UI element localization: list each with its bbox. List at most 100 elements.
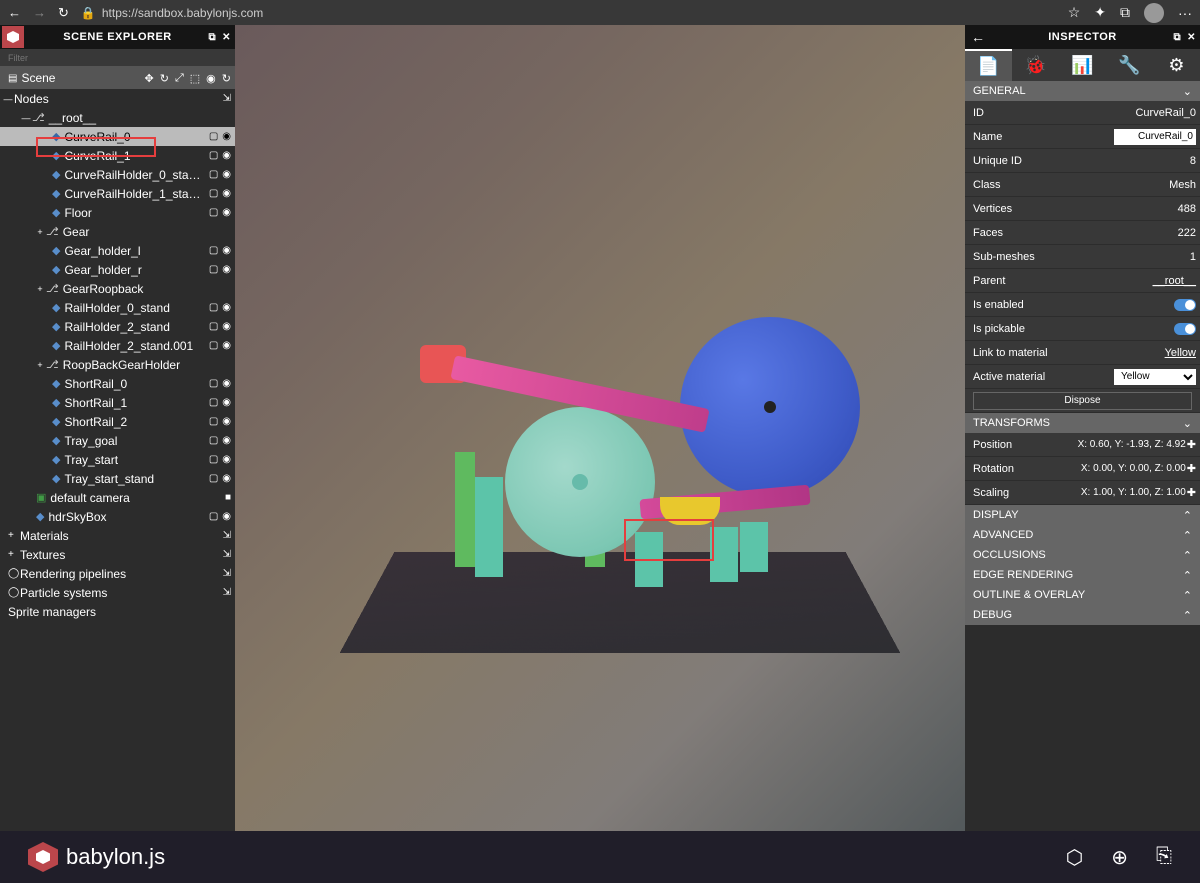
bbox-icon[interactable]: ▢ (209, 169, 218, 180)
tree-node[interactable]: ◆Tray_goal▢◉ (0, 431, 235, 450)
bbox-icon[interactable]: ▢ (209, 131, 218, 142)
back-icon[interactable]: ← (8, 5, 21, 20)
camera-active-icon[interactable]: ■ (225, 492, 231, 503)
expand-icon[interactable]: ⇲ (223, 587, 231, 598)
visibility-icon[interactable]: ◉ (222, 511, 231, 522)
category-item[interactable]: + Textures⇲ (0, 545, 235, 564)
profile-icon[interactable] (1144, 3, 1164, 23)
bbox-icon[interactable]: ▢ (209, 397, 218, 408)
star-icon[interactable]: ☆ (1068, 4, 1081, 21)
popout-icon[interactable]: ⧉ (208, 32, 216, 43)
visibility-icon[interactable]: ◉ (222, 264, 231, 275)
section-advanced[interactable]: ADVANCED ⌃ (965, 525, 1200, 545)
more-icon[interactable]: ··· (1178, 5, 1192, 21)
category-item[interactable]: ◯ Particle systems⇲ (0, 583, 235, 602)
parent-link[interactable]: __root__ (1153, 275, 1196, 287)
tree-node[interactable]: ◆Tray_start_stand▢◉ (0, 469, 235, 488)
visibility-icon[interactable]: ◉ (222, 435, 231, 446)
bbox-icon[interactable]: ▢ (209, 207, 218, 218)
visibility-icon[interactable]: ◉ (222, 378, 231, 389)
expand-icon[interactable]: ⇲ (223, 530, 231, 541)
section-debug[interactable]: DEBUG ⌃ (965, 605, 1200, 625)
section-edge-rendering[interactable]: EDGE RENDERING ⌃ (965, 565, 1200, 585)
cube-icon[interactable]: ⬡ (1066, 845, 1083, 870)
tab-settings[interactable]: ⚙ (1153, 49, 1200, 81)
bbox-icon[interactable]: ▢ (209, 416, 218, 427)
forward-icon[interactable]: → (33, 5, 46, 20)
tree-node[interactable]: ◆CurveRail_0▢◉ (0, 127, 235, 146)
tree-node[interactable]: ◆ShortRail_1▢◉ (0, 393, 235, 412)
rotate-tool-icon[interactable]: ↻ (160, 72, 169, 85)
section-display[interactable]: DISPLAY ⌃ (965, 505, 1200, 525)
section-occlusions[interactable]: OCCLUSIONS ⌃ (965, 545, 1200, 565)
page-icon[interactable]: ⎘ (1156, 845, 1172, 870)
move-tool-icon[interactable]: ✥ (145, 72, 154, 85)
tree-node[interactable]: +⎇GearRoopback (0, 279, 235, 298)
visibility-icon[interactable]: ◉ (222, 454, 231, 465)
visibility-icon[interactable]: ◉ (222, 188, 231, 199)
visibility-icon[interactable]: ◉ (222, 245, 231, 256)
bbox-icon[interactable]: ▢ (209, 511, 218, 522)
tree-node[interactable]: ◆Floor▢◉ (0, 203, 235, 222)
section-transforms[interactable]: TRANSFORMS ⌄ (965, 413, 1200, 433)
expand-icon[interactable]: + (34, 227, 46, 237)
tree-node[interactable]: ◆ShortRail_0▢◉ (0, 374, 235, 393)
category-item[interactable]: + Materials⇲ (0, 526, 235, 545)
category-item[interactable]: ◯ Rendering pipelines⇲ (0, 564, 235, 583)
bounds-tool-icon[interactable]: ⬚ (190, 72, 200, 85)
tree-camera[interactable]: ▣ default camera ■ (0, 488, 235, 507)
visibility-icon[interactable]: ◉ (222, 169, 231, 180)
bbox-icon[interactable]: ▢ (209, 188, 218, 199)
inspector-back-icon[interactable]: ← (971, 29, 986, 45)
favorites-icon[interactable]: ✦ (1094, 4, 1106, 21)
tree-nodes[interactable]: — Nodes ⇲ (0, 89, 235, 108)
pickable-toggle[interactable] (1174, 323, 1196, 335)
tab-tools[interactable]: 🔧 (1106, 49, 1153, 81)
tree-node[interactable]: ◆Gear_holder_l▢◉ (0, 241, 235, 260)
bbox-icon[interactable]: ▢ (209, 264, 218, 275)
refresh-icon[interactable]: ↻ (58, 5, 69, 21)
visibility-icon[interactable]: ◉ (222, 131, 231, 142)
close-icon[interactable]: ✕ (222, 32, 231, 43)
collapse-icon[interactable]: — (20, 113, 32, 123)
sphere-icon[interactable]: ⊕ (1111, 845, 1128, 870)
close-icon[interactable]: ✕ (1187, 32, 1196, 43)
expand-icon[interactable]: + (34, 284, 46, 294)
visibility-icon[interactable]: ◉ (222, 473, 231, 484)
section-general[interactable]: GENERAL ⌄ (965, 81, 1200, 101)
url-bar[interactable]: 🔒 https://sandbox.babylonjs.com (81, 6, 1056, 20)
collapse-icon[interactable]: — (2, 94, 14, 104)
tree-node[interactable]: +⎇Gear (0, 222, 235, 241)
filter-input[interactable] (0, 49, 235, 67)
tab-properties[interactable]: 📄 (965, 49, 1012, 81)
tree-node[interactable]: ◆CurveRailHolder_1_sta…▢◉ (0, 184, 235, 203)
expand-all-icon[interactable]: ⇲ (223, 93, 231, 104)
scene-row[interactable]: ▤ Scene ✥ ↻ ⤢ ⬚ ◉ ↻ (0, 67, 235, 89)
collections-icon[interactable]: ⧉ (1120, 4, 1130, 21)
tree-node[interactable]: ◆RailHolder_2_stand▢◉ (0, 317, 235, 336)
visibility-icon[interactable]: ◉ (222, 321, 231, 332)
bbox-icon[interactable]: ▢ (209, 321, 218, 332)
enabled-toggle[interactable] (1174, 299, 1196, 311)
picker-tool-icon[interactable]: ◉ (206, 72, 216, 85)
expand-position-icon[interactable]: ✚ (1187, 438, 1196, 451)
expand-icon[interactable]: ⇲ (223, 549, 231, 560)
refresh-tool-icon[interactable]: ↻ (222, 72, 231, 85)
tree-node[interactable]: ◆RailHolder_2_stand.001▢◉ (0, 336, 235, 355)
expand-icon[interactable]: ⇲ (223, 568, 231, 579)
visibility-icon[interactable]: ◉ (222, 340, 231, 351)
bbox-icon[interactable]: ▢ (209, 454, 218, 465)
tree-skybox[interactable]: ◆ hdrSkyBox ▢ ◉ (0, 507, 235, 526)
scale-tool-icon[interactable]: ⤢ (175, 72, 184, 85)
dispose-button[interactable]: Dispose (973, 392, 1192, 410)
3d-viewport[interactable] (235, 25, 965, 831)
visibility-icon[interactable]: ◉ (222, 150, 231, 161)
expand-scaling-icon[interactable]: ✚ (1187, 486, 1196, 499)
visibility-icon[interactable]: ◉ (222, 207, 231, 218)
bbox-icon[interactable]: ▢ (209, 302, 218, 313)
tree-node[interactable]: +⎇RoopBackGearHolder (0, 355, 235, 374)
tree-node[interactable]: ◆Tray_start▢◉ (0, 450, 235, 469)
bbox-icon[interactable]: ▢ (209, 245, 218, 256)
material-select[interactable]: Yellow (1114, 369, 1196, 385)
visibility-icon[interactable]: ◉ (222, 397, 231, 408)
